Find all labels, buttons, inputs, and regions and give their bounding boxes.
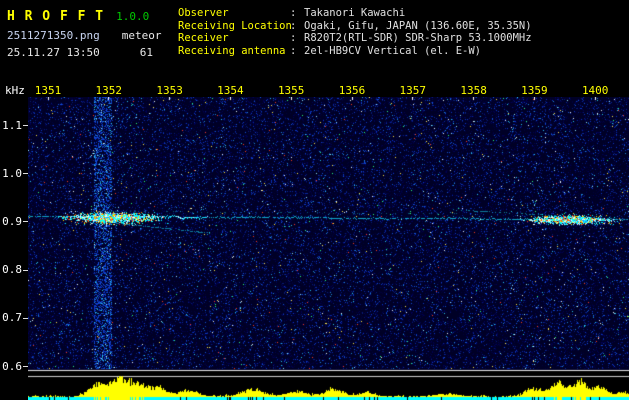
info-row-location: Receiving Location: Ogaki, Gifu, JAPAN (1… [178,20,532,33]
info-row-observer: Observer: Takanori Kawachi [178,7,532,20]
file-row: 2511271350.png meteor [7,29,161,42]
time-tick-label: 1355 [277,84,305,97]
freq-tick-mark [23,125,28,126]
info-value: 2el-HB9CV Vertical (el. E-W) [304,44,482,57]
info-label: Receiver [178,32,229,44]
freq-tick-mark [23,269,28,271]
station-info: Observer: Takanori Kawachi Receiving Loca… [178,7,532,57]
time-tick-label: 1400 [581,84,609,97]
spectrogram-area: kHz 1351 1352 1353 1354 1355 1356 1357 1… [0,83,629,400]
time-tick-label: 1353 [156,84,183,97]
info-row-antenna: Receiving antenna:2el-HB9CV Vertical (el… [178,45,532,58]
freq-tick-label: 0.8 [2,263,22,277]
time-tick-label: 1358 [460,84,487,97]
info-row-receiver: Receiver: R820T2(RTL-SDR) SDR-Sharp 53.10… [178,32,532,45]
info-value: Ogaki, Gifu, JAPAN (136.60E, 35.35N) [304,19,532,32]
freq-tick-label: 0.9 [2,214,22,228]
mode-label: meteor [121,29,162,42]
time-tick-label: 1352 [95,84,123,97]
freq-tick-label: 0.6 [2,359,22,373]
freq-tick-mark [23,221,28,223]
header-left: H R O F F T 1.0.0 2511271350.png meteor 25… [7,5,161,59]
hrofft-window: H R O F F T 1.0.0 2511271350.png meteor 25… [0,0,629,400]
app-version: 1.0.0 [116,10,150,23]
echo-count: 61 [139,46,153,59]
spectrogram-canvas [28,97,629,400]
freq-tick-mark [23,366,28,367]
info-label: Receiving antenna [178,44,286,57]
info-separator: : [290,32,297,44]
time-tick-label: 1354 [217,84,244,97]
time-tick-label: 1359 [521,84,548,97]
time-row: 25.11.27 13:50 61 [7,46,161,59]
freq-unit-label: kHz [5,84,25,97]
datetime-label: 25.11.27 13:50 [7,46,100,59]
freq-tick-mark [23,173,28,175]
info-value: Takanori Kawachi [304,7,406,19]
info-separator: : [290,19,297,32]
output-filename: 2511271350.png [7,29,100,42]
info-value: R820T2(RTL-SDR) SDR-Sharp 53.1000MHz [304,32,532,44]
info-label: Observer [178,7,229,19]
title-row: H R O F F T 1.0.0 [7,5,161,24]
app-title: H R O F F T [7,9,105,24]
freq-tick-label: 0.7 [2,311,22,325]
time-tick-label: 1351 [34,84,62,97]
info-label: Receiving Location [178,19,292,32]
freq-tick-label: 1.0 [2,166,22,180]
freq-tick-label: 1.1 [2,118,22,132]
info-separator: : [290,44,297,57]
time-tick-label: 1356 [338,84,366,97]
info-separator: : [290,7,297,19]
freq-tick-mark [23,317,28,319]
header: H R O F F T 1.0.0 2511271350.png meteor 25… [0,0,629,83]
time-tick-label: 1357 [399,84,427,97]
